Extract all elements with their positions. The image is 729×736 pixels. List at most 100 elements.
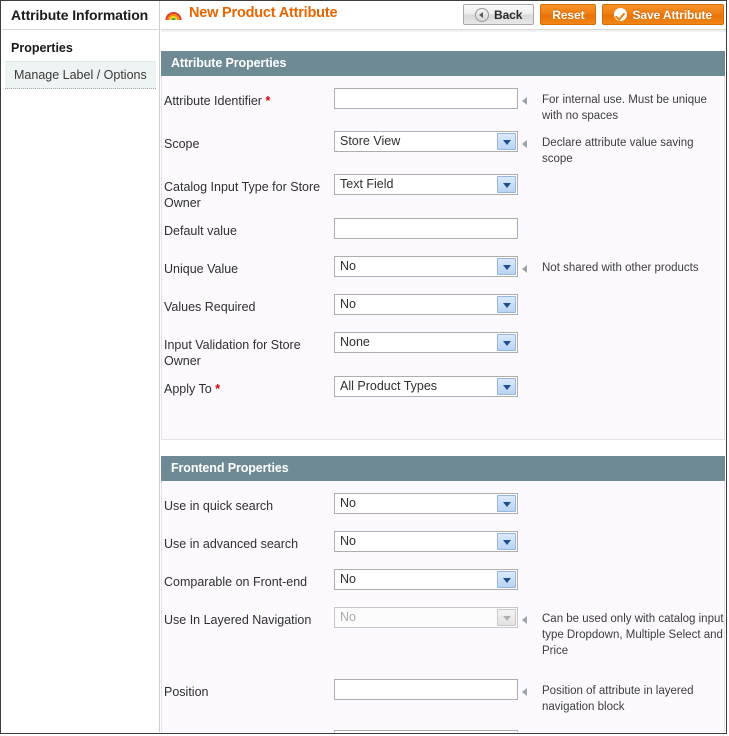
chevron-down-icon bbox=[497, 334, 516, 351]
note-arrow-icon bbox=[522, 140, 527, 148]
field-catalog-input-type: Text Field bbox=[334, 174, 522, 195]
note-text: Can be used only with catalog input type… bbox=[542, 613, 724, 657]
field-row-unique-value: Unique Value No Not shared with other pr… bbox=[162, 256, 724, 287]
field-row-use-in-advanced-search: Use in advanced search No bbox=[162, 531, 724, 562]
fieldset-frontend-properties-title: Frontend Properties bbox=[161, 456, 725, 481]
field-use-in-advanced-search: No bbox=[334, 531, 522, 552]
unique-value-select-value: No bbox=[340, 259, 356, 273]
comparable-on-frontend-select[interactable]: No bbox=[334, 569, 518, 590]
main-content: Attribute Properties Attribute Identifie… bbox=[161, 32, 725, 732]
label-text: Apply To bbox=[164, 382, 212, 396]
circle-check-icon bbox=[614, 8, 628, 21]
fieldset-frontend-properties-body: Use in quick search No Use in advanced s… bbox=[161, 481, 725, 732]
field-row-use-in-quick-search: Use in quick search No bbox=[162, 493, 724, 524]
sidebar-group-title: Properties bbox=[11, 41, 73, 55]
sidebar-item-manage-label-options[interactable]: Manage Label / Options bbox=[5, 61, 156, 89]
field-row-comparable-on-frontend: Comparable on Front-end No bbox=[162, 569, 724, 600]
note-text: Declare attribute value saving scope bbox=[542, 137, 694, 165]
field-use-in-layered-navigation: No bbox=[334, 607, 522, 628]
note-position: Position of attribute in layered navigat… bbox=[522, 679, 724, 715]
label-apply-to: Apply To * bbox=[162, 376, 334, 397]
attribute-information-tab[interactable]: Attribute Information bbox=[2, 1, 160, 30]
label-use-in-advanced-search: Use in advanced search bbox=[164, 537, 299, 551]
field-default-value bbox=[334, 218, 522, 239]
note-text: Position of attribute in layered navigat… bbox=[542, 685, 694, 713]
header-right-area: New Product Attribute Back Reset Save At… bbox=[161, 1, 726, 32]
use-in-advanced-search-select-value: No bbox=[340, 534, 356, 548]
note-arrow-icon bbox=[522, 97, 527, 105]
field-row-scope: Scope Store View Declare attribute value… bbox=[162, 131, 724, 167]
field-row-visible-on-catalog-pages: Visible on Catalog Pages on Front-end No bbox=[162, 730, 724, 732]
label-visible-on-catalog-pages: Visible on Catalog Pages on Front-end bbox=[162, 730, 334, 732]
fieldset-attribute-properties-body: Attribute Identifier * For internal use.… bbox=[161, 76, 725, 440]
chevron-down-icon bbox=[497, 378, 516, 395]
chevron-down-icon bbox=[497, 495, 516, 512]
default-value-input[interactable] bbox=[334, 218, 518, 239]
values-required-select-value: No bbox=[340, 297, 356, 311]
label-text: Scope bbox=[164, 137, 200, 151]
use-in-layered-navigation-select: No bbox=[334, 607, 518, 628]
note-arrow-icon bbox=[522, 688, 527, 696]
note-attribute-identifier: For internal use. Must be unique with no… bbox=[522, 88, 724, 124]
circle-left-arrow-icon bbox=[475, 7, 489, 22]
catalog-input-type-select-value: Text Field bbox=[340, 177, 394, 191]
field-row-default-value: Default value bbox=[162, 218, 724, 249]
scope-select[interactable]: Store View bbox=[334, 131, 518, 152]
chevron-down-icon bbox=[497, 176, 516, 193]
field-attribute-identifier bbox=[334, 88, 522, 109]
note-use-in-advanced-search bbox=[522, 531, 724, 535]
save-attribute-button-label: Save Attribute bbox=[632, 7, 712, 22]
field-visible-on-catalog-pages: No bbox=[334, 730, 522, 732]
admin-page: Attribute Information New Product Attrib… bbox=[0, 0, 727, 734]
catalog-input-type-select[interactable]: Text Field bbox=[334, 174, 518, 195]
chevron-down-icon bbox=[497, 133, 516, 150]
label-use-in-layered-navigation: Use In Layered Navigation bbox=[164, 613, 312, 627]
fieldset-attribute-properties-title: Attribute Properties bbox=[161, 51, 725, 76]
chevron-down-icon bbox=[497, 296, 516, 313]
visible-on-catalog-pages-select[interactable]: No bbox=[334, 730, 518, 732]
note-arrow-icon bbox=[522, 616, 527, 624]
attribute-identifier-input[interactable] bbox=[334, 88, 518, 109]
chevron-down-icon bbox=[497, 533, 516, 550]
scope-select-value: Store View bbox=[340, 134, 401, 148]
field-apply-to: All Product Types bbox=[334, 376, 522, 397]
note-visible-on-catalog-pages bbox=[522, 730, 724, 732]
field-row-catalog-input-type: Catalog Input Type for Store Owner Text … bbox=[162, 174, 724, 211]
save-attribute-button[interactable]: Save Attribute bbox=[602, 4, 724, 25]
label-use-in-quick-search: Use in quick search bbox=[164, 499, 274, 513]
attribute-information-tab-label: Attribute Information bbox=[11, 7, 149, 23]
toolbar-buttons: Back Reset Save Attribute bbox=[463, 4, 724, 25]
note-arrow-icon bbox=[522, 265, 527, 273]
use-in-quick-search-select[interactable]: No bbox=[334, 493, 518, 514]
label-input-validation: Input Validation for Store Owner bbox=[164, 338, 301, 368]
label-default-value: Default value bbox=[164, 224, 237, 238]
label-position: Position bbox=[164, 685, 209, 699]
unique-value-select[interactable]: No bbox=[334, 256, 518, 277]
back-button[interactable]: Back bbox=[463, 4, 535, 25]
required-marker: * bbox=[265, 94, 271, 108]
apply-to-select[interactable]: All Product Types bbox=[334, 376, 518, 397]
apply-to-select-value: All Product Types bbox=[340, 379, 438, 393]
use-in-advanced-search-select[interactable]: No bbox=[334, 531, 518, 552]
note-input-validation bbox=[522, 332, 724, 336]
label-catalog-input-type: Catalog Input Type for Store Owner bbox=[164, 180, 321, 210]
field-row-apply-to: Apply To * All Product Types bbox=[162, 376, 724, 407]
use-in-quick-search-select-value: No bbox=[340, 496, 356, 510]
rainbow-icon bbox=[165, 6, 182, 21]
note-unique-value: Not shared with other products bbox=[522, 256, 724, 276]
input-validation-select[interactable]: None bbox=[334, 332, 518, 353]
field-unique-value: No bbox=[334, 256, 522, 277]
note-text: For internal use. Must be unique with no… bbox=[542, 94, 707, 122]
position-input[interactable] bbox=[334, 679, 518, 700]
use-in-layered-navigation-select-value: No bbox=[340, 610, 356, 624]
chevron-down-icon bbox=[497, 571, 516, 588]
field-scope: Store View bbox=[334, 131, 522, 152]
field-position bbox=[334, 679, 522, 700]
input-validation-select-value: None bbox=[340, 335, 370, 349]
values-required-select[interactable]: No bbox=[334, 294, 518, 315]
visible-on-catalog-pages-select-value: No bbox=[335, 731, 356, 732]
sidebar-item-label: Manage Label / Options bbox=[14, 68, 147, 82]
label-comparable-on-frontend: Comparable on Front-end bbox=[164, 575, 308, 589]
reset-button[interactable]: Reset bbox=[540, 4, 597, 25]
note-apply-to bbox=[522, 376, 724, 380]
